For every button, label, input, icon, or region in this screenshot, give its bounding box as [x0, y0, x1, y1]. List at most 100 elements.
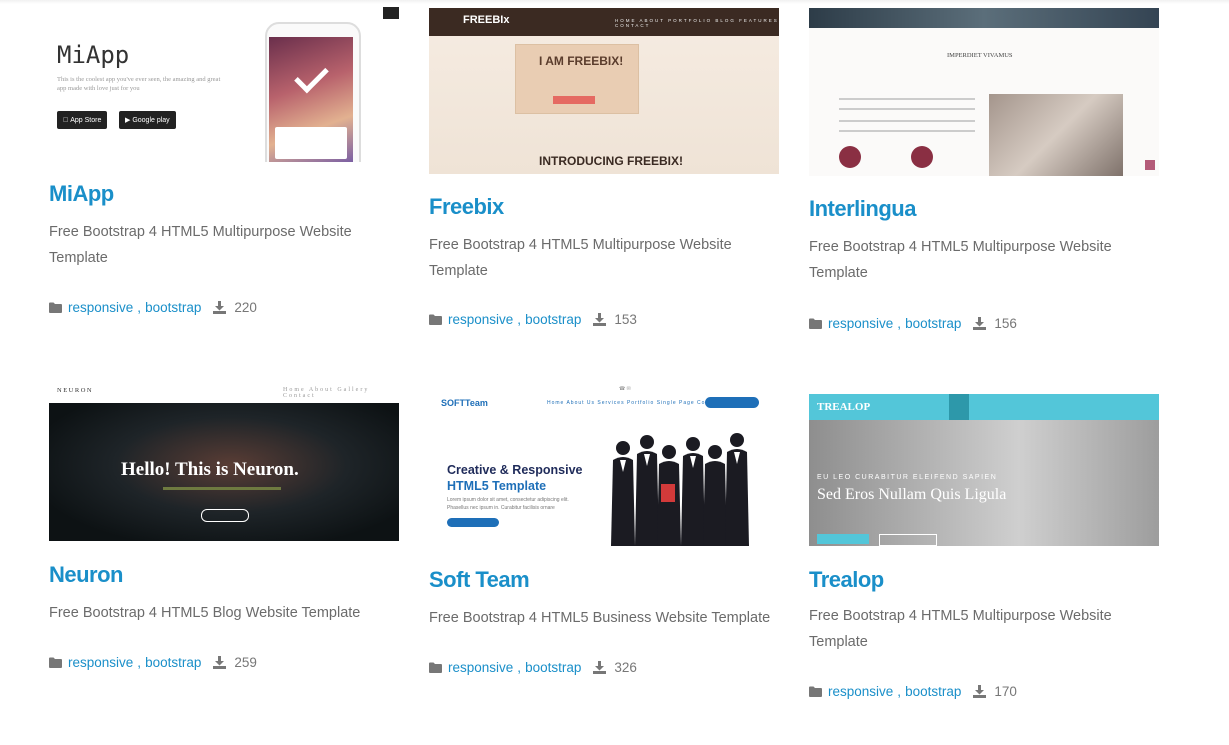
template-title[interactable]: Trealop: [809, 567, 1159, 593]
download-icon: [593, 313, 607, 326]
template-title[interactable]: MiApp: [49, 181, 399, 207]
tag-link-bootstrap[interactable]: bootstrap: [525, 660, 581, 675]
preview-contact-bar: ☎ ✉: [619, 386, 631, 392]
preview-primary-button: [817, 534, 869, 544]
folder-icon: [49, 302, 62, 313]
preview-topbar: [809, 380, 1159, 394]
preview-intro: INTRODUCING FREEBIX!: [539, 154, 683, 168]
preview-eyebrow: EU LEO CURABITUR ELEIFEND SAPIEN: [817, 474, 998, 481]
tag-link-responsive[interactable]: responsive: [68, 655, 133, 670]
preview-feature-icon: [839, 146, 861, 168]
app-store-badge:  App Store: [57, 111, 108, 129]
tag-link-responsive[interactable]: responsive: [448, 660, 513, 675]
download-icon: [973, 685, 987, 698]
template-title[interactable]: Interlingua: [809, 196, 1159, 222]
tag-separator: ,: [137, 300, 142, 315]
business-people-image: [611, 433, 749, 546]
tag-separator: ,: [137, 655, 142, 670]
template-card-interlingua: IMPERDIET VIVAMUS Interlingua Free Boots…: [809, 8, 1159, 331]
preview-hero-heading: Creative & Responsive HTML5 Template: [447, 463, 583, 493]
download-count: 153: [614, 312, 637, 327]
template-description: Free Bootstrap 4 HTML5 Multipurpose Webs…: [809, 239, 1112, 281]
template-card-neuron: NEURON Home About Gallery Contact Hello!…: [49, 381, 399, 670]
preview-heading: I AM FREEBIX!: [539, 54, 624, 68]
download-count: 326: [614, 660, 637, 675]
preview-heading: IMPERDIET VIVAMUS: [947, 52, 1013, 59]
template-card-trealop: TREALOP EU LEO CURABITUR ELEIFEND SAPIEN…: [809, 380, 1159, 699]
template-description: Free Bootstrap 4 HTML5 Multipurpose Webs…: [49, 224, 352, 266]
preview-tagline: [163, 487, 281, 490]
preview-text-line: [839, 108, 975, 110]
tag-link-bootstrap[interactable]: bootstrap: [905, 316, 961, 331]
preview-brand: FREEBIx: [463, 14, 510, 26]
tag-link-responsive[interactable]: responsive: [828, 684, 893, 699]
preview-brand: TREALOP: [817, 401, 871, 413]
preview-download-button: [553, 96, 595, 104]
template-description: Free Bootstrap 4 HTML5 Multipurpose Webs…: [809, 608, 1112, 650]
template-meta: responsive , bootstrap 259: [49, 655, 399, 670]
template-card-softteam: ☎ ✉ SOFTTeam Home About Us Services Port…: [429, 380, 779, 675]
preview-download-button: [705, 397, 759, 408]
preview-hero-text: Lorem ipsum dolor sit amet, consectetur …: [447, 497, 569, 511]
template-card-freebix: FREEBIx HOME ABOUT PORTFOLIO BLOG FEATUR…: [429, 8, 779, 327]
template-meta: responsive , bootstrap 326: [429, 660, 779, 675]
tag-separator: ,: [897, 684, 902, 699]
hamburger-menu-icon: [383, 7, 399, 19]
download-icon: [593, 661, 607, 674]
preview-text-line: [839, 98, 975, 100]
tag-separator: ,: [517, 312, 522, 327]
preview-nav-links: HOME ABOUT PORTFOLIO BLOG FEATURES CONTA…: [615, 18, 779, 28]
download-icon: [973, 317, 987, 330]
tag-separator: ,: [517, 660, 522, 675]
template-preview-trealop[interactable]: TREALOP EU LEO CURABITUR ELEIFEND SAPIEN…: [809, 380, 1159, 546]
preview-subtitle: This is the coolest app you've ever seen…: [57, 76, 221, 92]
top-shadow-bar: [0, 0, 1229, 4]
template-title[interactable]: Freebix: [429, 194, 779, 220]
tag-link-bootstrap[interactable]: bootstrap: [525, 312, 581, 327]
template-preview-miapp[interactable]: MiApp This is the coolest app you've eve…: [49, 7, 399, 162]
folder-icon: [809, 318, 822, 329]
template-description: Free Bootstrap 4 HTML5 Multipurpose Webs…: [429, 237, 732, 279]
tag-link-responsive[interactable]: responsive: [68, 300, 133, 315]
tag-link-bootstrap[interactable]: bootstrap: [145, 655, 201, 670]
preview-secondary-button: [879, 534, 937, 546]
template-title[interactable]: Soft Team: [429, 567, 779, 593]
scroll-top-icon: [1145, 160, 1155, 170]
template-preview-interlingua[interactable]: IMPERDIET VIVAMUS: [809, 8, 1159, 176]
preview-brand: SOFTTeam: [441, 398, 488, 408]
preview-photo: [989, 94, 1123, 176]
preview-text-line: [839, 130, 975, 132]
tag-link-responsive[interactable]: responsive: [828, 316, 893, 331]
preview-headline: Sed Eros Nullam Quis Ligula: [817, 486, 1007, 503]
download-count: 156: [994, 316, 1017, 331]
template-card-miapp: MiApp This is the coolest app you've eve…: [49, 7, 399, 315]
template-preview-softteam[interactable]: ☎ ✉ SOFTTeam Home About Us Services Port…: [429, 380, 779, 546]
download-count: 220: [234, 300, 257, 315]
tag-separator: ,: [897, 316, 902, 331]
phone-login-form: [275, 127, 347, 159]
preview-nav-home: [949, 394, 969, 420]
preview-headline: Hello! This is Neuron.: [121, 459, 299, 480]
preview-header-image: [809, 8, 1159, 28]
preview-text-line: [839, 120, 975, 122]
tag-link-bootstrap[interactable]: bootstrap: [905, 684, 961, 699]
template-preview-freebix[interactable]: FREEBIx HOME ABOUT PORTFOLIO BLOG FEATUR…: [429, 8, 779, 174]
download-count: 170: [994, 684, 1017, 699]
google-play-badge: ▶ Google play: [119, 111, 176, 129]
download-icon: [213, 301, 227, 314]
tag-link-bootstrap[interactable]: bootstrap: [145, 300, 201, 315]
folder-icon: [429, 662, 442, 673]
folder-icon: [809, 686, 822, 697]
preview-nav-links: Home About Gallery Contact: [283, 387, 370, 399]
template-title[interactable]: Neuron: [49, 562, 399, 588]
template-meta: responsive , bootstrap 156: [809, 316, 1159, 331]
preview-cta-button: [447, 518, 499, 527]
preview-hero-image: [809, 420, 1159, 546]
template-meta: responsive , bootstrap 220: [49, 300, 399, 315]
template-description: Free Bootstrap 4 HTML5 Business Website …: [429, 610, 771, 626]
preview-feature-icon: [911, 146, 933, 168]
template-meta: responsive , bootstrap 170: [809, 684, 1159, 699]
tag-link-responsive[interactable]: responsive: [448, 312, 513, 327]
folder-icon: [49, 657, 62, 668]
template-preview-neuron[interactable]: NEURON Home About Gallery Contact Hello!…: [49, 381, 399, 541]
